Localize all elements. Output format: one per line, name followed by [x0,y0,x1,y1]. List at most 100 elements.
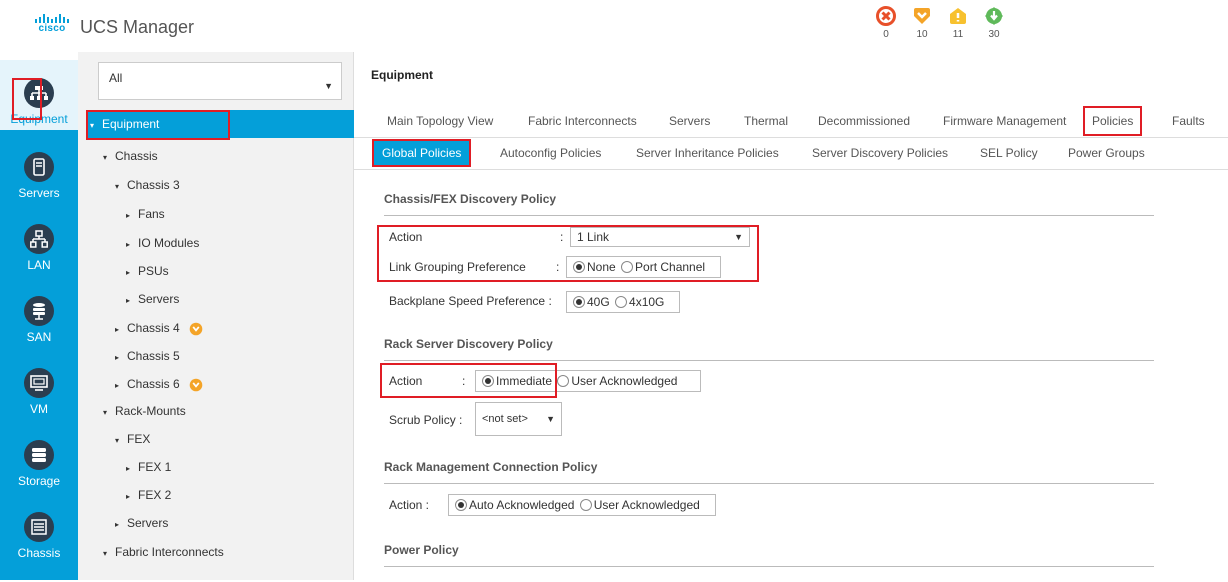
expand-icon[interactable]: ▸ [115,372,127,400]
tab-decommissioned[interactable]: Decommissioned [818,104,910,138]
radio-40g-label: 40G [587,295,610,309]
radio-40g[interactable] [573,296,585,308]
navigation-tree: All ▼ ▾ Equipment ▾ Chassis ▾ Chassis 3 ▸ Fa… [78,52,354,580]
colon: : [556,260,560,274]
subtab-autoconfig-policies[interactable]: Autoconfig Policies [500,138,601,168]
warning-count: 30 [988,29,1000,40]
rail-label-chassis: Chassis [17,546,61,560]
rail-item-storage[interactable]: Storage [0,440,78,510]
scrub-policy-select[interactable]: <not set> ▼ [475,402,562,436]
tree-node-chassis-6[interactable]: ▸ Chassis 6 [86,370,354,398]
logo-text: cisco [38,23,66,34]
subtab-power-groups[interactable]: Power Groups [1068,138,1145,168]
expand-icon[interactable]: ▸ [115,316,127,344]
tree-node-rack-servers[interactable]: ▸ Servers [86,509,354,537]
expand-icon[interactable]: ▸ [126,287,138,315]
radio-auto-acknowledged[interactable] [455,499,467,511]
chevron-down-icon: ▼ [546,414,555,424]
rack-mgmt-action-label: Action : [389,498,430,512]
rail-item-vm[interactable]: VM [0,368,78,438]
rail-item-san[interactable]: SAN [0,296,78,366]
radio-auto-acknowledged-label: Auto Acknowledged [469,498,575,512]
expand-icon[interactable]: ▸ [115,511,127,539]
expand-icon[interactable]: ▸ [126,455,138,483]
subtab-server-discovery-policies[interactable]: Server Discovery Policies [812,138,948,168]
app-header: cisco UCS Manager 0 10 11 30 [0,0,1228,52]
tree-node-psus[interactable]: ▸ PSUs [86,257,354,285]
critical-faults[interactable]: 0 [872,6,900,40]
radio-user-acknowledged[interactable] [557,375,570,387]
tree-node-chassis-4[interactable]: ▸ Chassis 4 [86,314,354,342]
rack-mgmt-connection-policy-title: Rack Management Connection Policy [384,460,1154,484]
tab-thermal[interactable]: Thermal [744,104,788,138]
radio-4x10g-label: 4x10G [629,295,665,309]
expand-icon[interactable]: ▾ [90,112,102,140]
expand-icon[interactable]: ▾ [115,173,127,201]
power-policy-title: Power Policy [384,543,1154,567]
expand-icon[interactable]: ▾ [103,540,115,568]
tree-node-chassis[interactable]: ▾ Chassis [86,142,354,170]
tree-node-fex-2[interactable]: ▸ FEX 2 [86,481,354,509]
tree-node-label: Chassis 6 [127,377,180,391]
tree-node-fex-1[interactable]: ▸ FEX 1 [86,453,354,481]
radio-immediate[interactable] [482,375,494,387]
tree-node-chassis-5[interactable]: ▸ Chassis 5 [86,342,354,370]
expand-icon[interactable]: ▸ [126,259,138,287]
expand-icon[interactable]: ▸ [115,344,127,372]
radio-none[interactable] [573,261,585,273]
warning-faults[interactable]: 30 [980,6,1008,40]
rack-mgmt-action-radio-group: Auto Acknowledged User Acknowledged [448,494,716,516]
tab-policies[interactable]: Policies [1083,106,1143,136]
tree-node-rack-mounts[interactable]: ▾ Rack-Mounts [86,397,354,425]
tab-fabric-interconnects[interactable]: Fabric Interconnects [528,104,637,138]
radio-port-channel[interactable] [621,261,634,273]
tree-node-label: Servers [127,516,169,530]
expand-icon[interactable]: ▾ [115,427,127,455]
rack-server-discovery-policy-title: Rack Server Discovery Policy [384,337,1154,361]
equipment-icon [24,78,54,108]
radio-immediate-label: Immediate [496,374,553,388]
minor-faults[interactable]: 11 [944,6,972,40]
radio-4x10g[interactable] [615,296,628,308]
warning-down-icon [985,7,1003,25]
tree-node-equipment[interactable]: ▾ Equipment [86,110,354,138]
tree-node-fabric-interconnects[interactable]: ▾ Fabric Interconnects [86,538,354,566]
subtab-server-inheritance-policies[interactable]: Server Inheritance Policies [636,138,779,168]
subtab-sel-policy[interactable]: SEL Policy [980,138,1038,168]
backplane-speed-label: Backplane Speed Preference : [389,294,552,308]
expand-icon[interactable]: ▸ [126,483,138,511]
chassis-icon [24,512,54,542]
rail-item-equipment[interactable]: Equipment [0,60,78,130]
chevron-down-icon: ▼ [324,81,333,91]
rail-item-servers[interactable]: Servers [0,152,78,222]
tab-firmware-management[interactable]: Firmware Management [943,104,1066,138]
rail-item-lan[interactable]: LAN [0,224,78,294]
tab-servers[interactable]: Servers [669,104,710,138]
tab-faults[interactable]: Faults [1172,104,1205,138]
minor-count: 11 [952,29,964,40]
expand-icon[interactable]: ▾ [103,399,115,427]
expand-icon[interactable]: ▸ [126,231,138,259]
rail-item-chassis[interactable]: Chassis [0,512,78,582]
major-faults[interactable]: 10 [908,6,936,40]
tree-node-label: PSUs [138,264,169,278]
colon: : [462,374,466,388]
tree-node-fans[interactable]: ▸ Fans [86,200,354,228]
expand-icon[interactable]: ▾ [103,144,115,172]
tab-main-topology-view[interactable]: Main Topology View [387,104,493,138]
chassis-action-select[interactable]: 1 Link ▼ [570,227,750,247]
tree-node-chassis-3[interactable]: ▾ Chassis 3 [86,171,354,199]
rack-action-label: Action [389,374,423,388]
tree-node-label: Equipment [102,117,160,131]
rail-label-lan: LAN [27,258,51,272]
tree-node-chassis3-servers[interactable]: ▸ Servers [86,285,354,313]
tree-filter-select[interactable]: All ▼ [98,62,342,100]
vm-icon [24,368,54,398]
fault-summary: 0 10 11 30 [872,6,1008,40]
tree-node-io-modules[interactable]: ▸ IO Modules [86,229,354,257]
expand-icon[interactable]: ▸ [126,202,138,230]
cisco-logo: cisco [35,14,69,36]
tree-node-fex[interactable]: ▾ FEX [86,425,354,453]
subtab-global-policies[interactable]: Global Policies [371,139,472,167]
radio-mgmt-user-acknowledged[interactable] [579,499,592,511]
